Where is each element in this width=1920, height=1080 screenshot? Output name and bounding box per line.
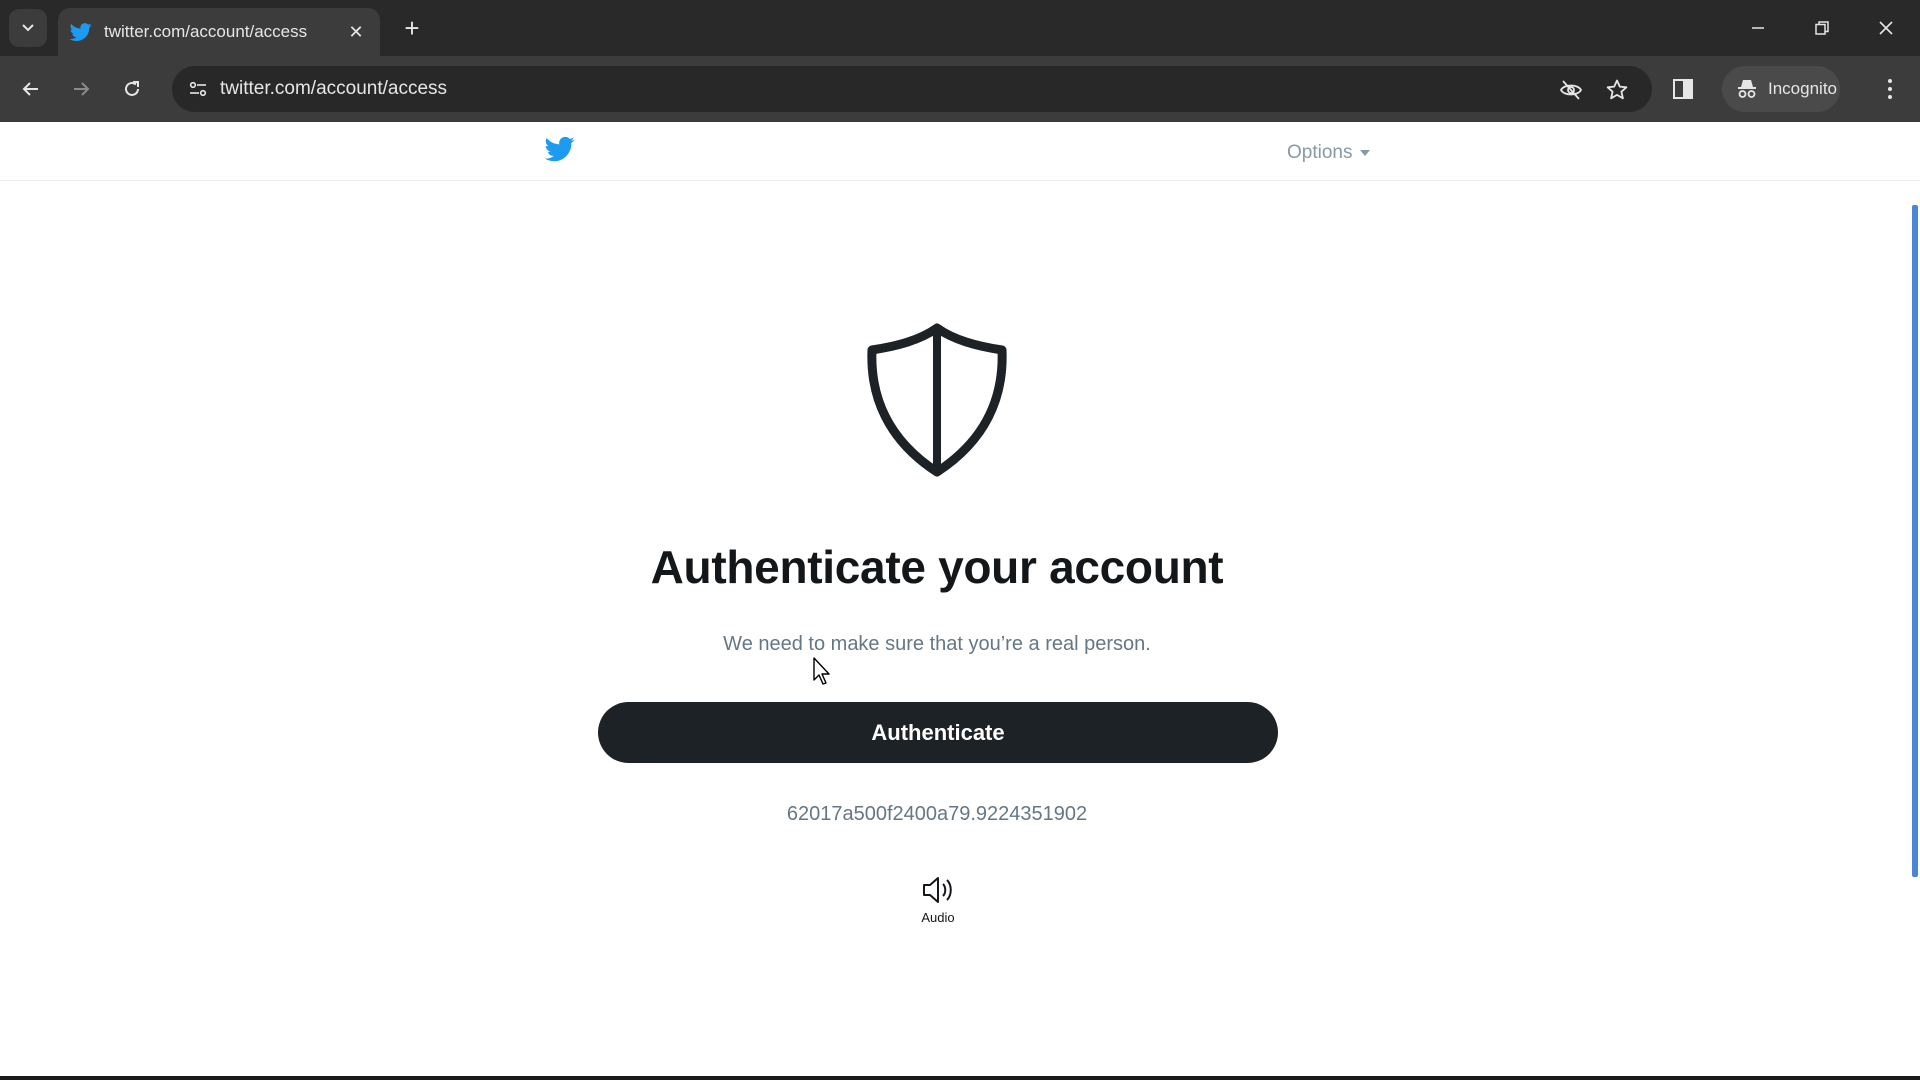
chevron-down-icon <box>22 24 34 32</box>
options-dropdown[interactable]: Options <box>1287 142 1371 164</box>
restore-button[interactable] <box>1800 8 1844 48</box>
tab-title: twitter.com/account/access <box>104 22 308 41</box>
options-label: Options <box>1287 142 1353 163</box>
star-icon <box>1606 79 1628 100</box>
incognito-badge[interactable]: Incognito <box>1722 66 1840 112</box>
incognito-label: Incognito <box>1768 79 1837 98</box>
page-subtitle: We need to make sure that you’re a real … <box>723 633 1151 655</box>
forward-button[interactable] <box>61 69 101 109</box>
eye-off-icon <box>1559 80 1583 100</box>
url-text[interactable]: twitter.com/account/access <box>220 78 447 100</box>
arrow-right-icon <box>74 82 90 96</box>
audio-button[interactable]: Audio <box>900 874 976 934</box>
reload-button[interactable] <box>112 69 152 109</box>
new-tab-button[interactable]: + <box>396 12 428 44</box>
browser-tab-bar: twitter.com/account/access ✕ + <box>0 0 1920 56</box>
reload-icon <box>125 81 139 96</box>
browser-toolbar: twitter.com/account/access Incognito <box>0 56 1920 122</box>
tune-icon <box>189 81 207 97</box>
twitter-bird-icon <box>70 23 92 41</box>
site-header: Options <box>0 122 1920 181</box>
close-icon <box>1879 21 1893 35</box>
speaker-icon <box>923 877 952 903</box>
page-scrollbar[interactable] <box>1912 205 1918 877</box>
mouse-cursor-icon <box>813 657 830 685</box>
minimize-icon <box>1752 27 1764 29</box>
minimize-button[interactable] <box>1736 8 1780 48</box>
tab-search-button[interactable] <box>9 9 47 47</box>
browser-tab[interactable]: twitter.com/account/access ✕ <box>58 8 380 56</box>
shield-icon <box>867 323 1007 477</box>
browser-menu-button[interactable] <box>1876 74 1904 104</box>
site-info-button[interactable] <box>182 73 214 105</box>
bookmark-button[interactable] <box>1603 76 1631 104</box>
twitter-bird-icon[interactable] <box>545 136 575 162</box>
incognito-icon <box>1738 80 1756 98</box>
restore-icon <box>1815 21 1829 35</box>
address-bar[interactable]: twitter.com/account/access <box>172 66 1652 112</box>
tracking-protection-button[interactable] <box>1557 76 1585 104</box>
bottom-border <box>0 1076 1920 1080</box>
close-window-button[interactable] <box>1864 8 1908 48</box>
page-title: Authenticate your account <box>650 541 1224 593</box>
plus-icon: + <box>404 12 420 43</box>
side-panel-button[interactable] <box>1672 78 1700 102</box>
tab-close-icon[interactable]: ✕ <box>342 18 370 46</box>
arrow-left-icon <box>22 82 38 96</box>
more-vert-icon <box>1888 79 1892 99</box>
back-button[interactable] <box>11 69 51 109</box>
authenticate-button[interactable]: Authenticate <box>598 702 1278 763</box>
side-panel-icon <box>1673 79 1693 99</box>
request-id: 62017a500f2400a79.9224351902 <box>786 803 1088 825</box>
caret-down-icon <box>1360 150 1371 156</box>
audio-label: Audio <box>921 910 955 925</box>
